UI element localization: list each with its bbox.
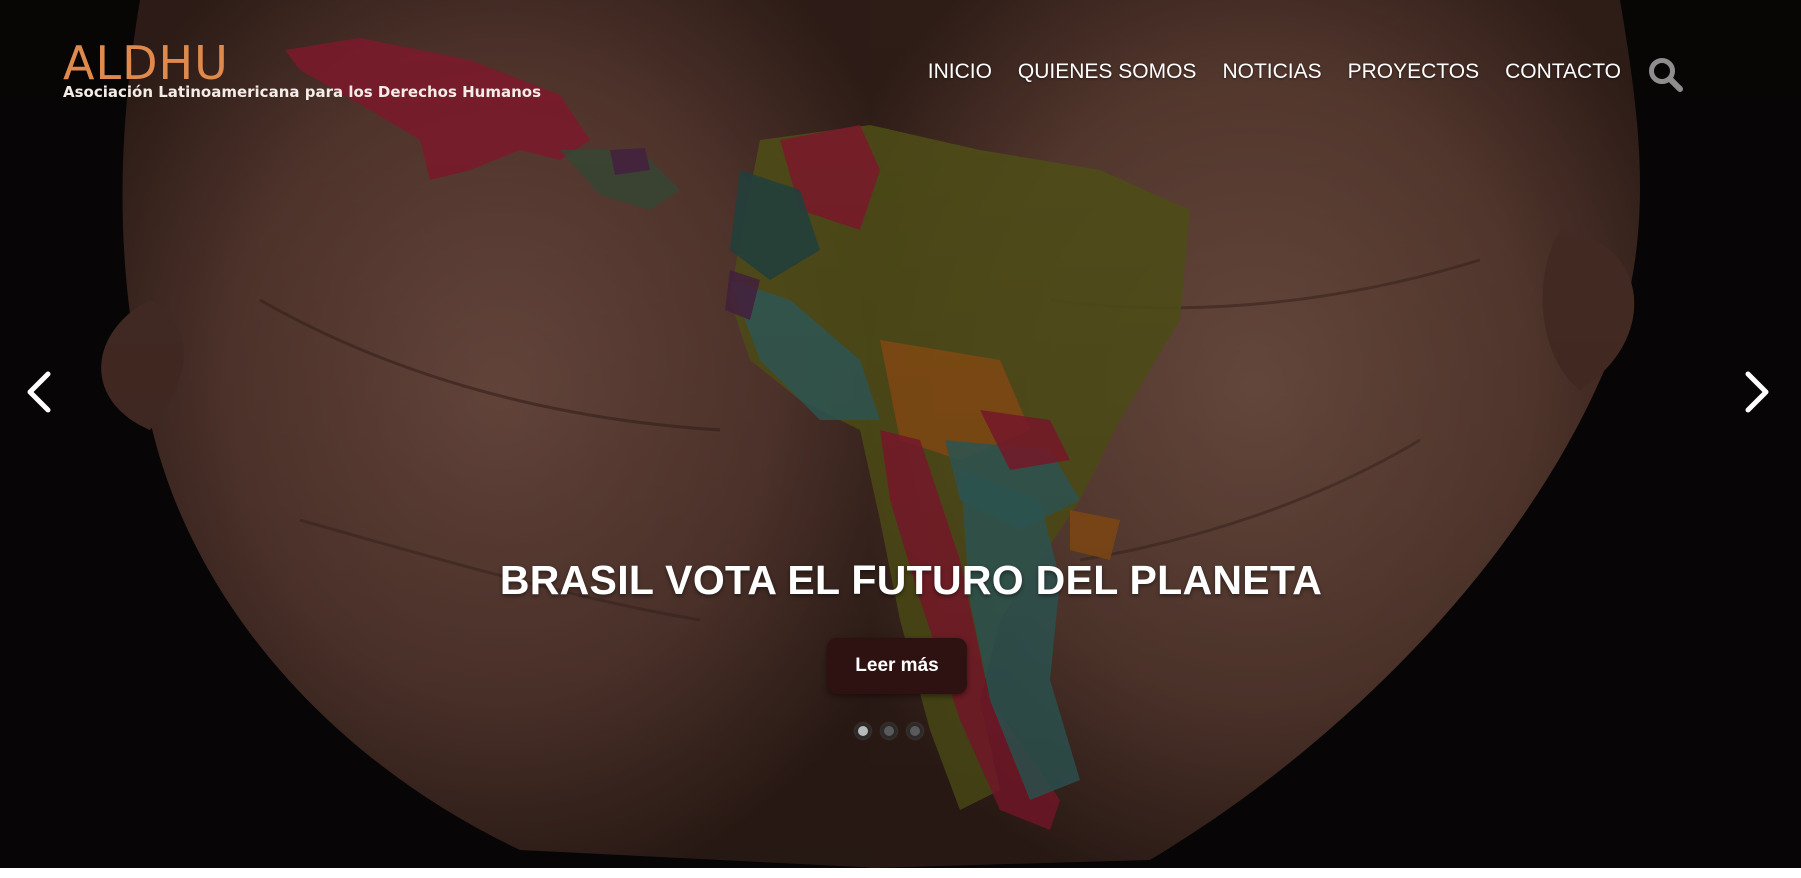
nav-item-proyectos[interactable]: PROYECTOS — [1348, 60, 1479, 84]
read-more-button[interactable]: Leer más — [827, 638, 967, 694]
slide-caption: BRASIL VOTA EL FUTURO DEL PLANETA — [0, 557, 1801, 604]
slide-title: BRASIL VOTA EL FUTURO DEL PLANETA — [499, 557, 1323, 603]
logo-tagline: Asociación Latinoamericana para los Dere… — [63, 83, 542, 101]
site-logo[interactable]: ALDHU Asociación Latinoamericana para lo… — [63, 40, 541, 101]
chevron-right-icon[interactable] — [1740, 368, 1776, 416]
slide-indicator-1[interactable] — [855, 723, 871, 739]
search-icon[interactable] — [1647, 56, 1683, 92]
site-header: ALDHU Asociación Latinoamericana para lo… — [0, 0, 1801, 120]
hero-slider: ALDHU Asociación Latinoamericana para lo… — [0, 0, 1801, 868]
slide-indicator-3[interactable] — [907, 723, 923, 739]
nav-item-noticias[interactable]: NOTICIAS — [1222, 60, 1321, 84]
chevron-left-icon[interactable] — [20, 368, 56, 416]
page-content-start — [0, 868, 1801, 878]
main-nav: INICIO QUIENES SOMOS NOTICIAS PROYECTOS … — [928, 60, 1621, 84]
nav-item-quienes-somos[interactable]: QUIENES SOMOS — [1018, 60, 1197, 84]
nav-item-contacto[interactable]: CONTACTO — [1505, 60, 1621, 84]
slide-indicator-2[interactable] — [881, 723, 897, 739]
slide-indicators — [855, 723, 923, 739]
logo-title: ALDHU — [63, 36, 229, 90]
nav-item-inicio[interactable]: INICIO — [928, 60, 992, 84]
